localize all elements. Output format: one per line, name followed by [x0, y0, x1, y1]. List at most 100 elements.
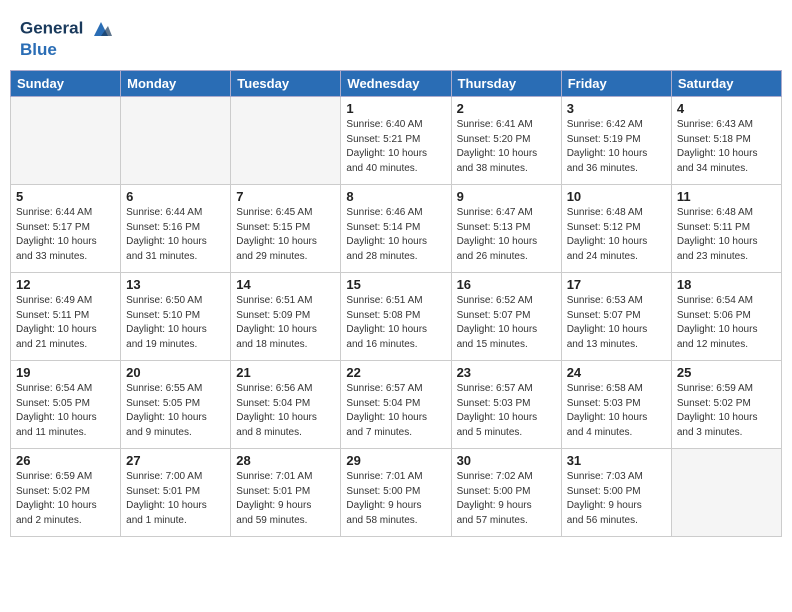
day-cell [11, 97, 121, 185]
day-cell: 26Sunrise: 6:59 AM Sunset: 5:02 PM Dayli… [11, 449, 121, 537]
day-number: 29 [346, 453, 445, 468]
day-cell: 11Sunrise: 6:48 AM Sunset: 5:11 PM Dayli… [671, 185, 781, 273]
day-cell: 27 Sunrise: 7:00 AM Sunset: 5:01 PM Dayli… [121, 449, 231, 537]
day-info: Sunrise: 6:44 AM Sunset: 5:16 PM Dayligh… [126, 206, 225, 264]
logo-blue: Blue [20, 40, 112, 60]
logo-general: General [20, 18, 83, 37]
weekday-header-monday: Monday [121, 71, 231, 97]
day-info: Sunrise: 7:03 AM Sunset: 5:00 PM Dayligh… [567, 470, 666, 528]
day-cell: 2Sunrise: 6:41 AM Sunset: 5:20 PM Daylig… [451, 97, 561, 185]
week-row-2: 5 Sunrise: 6:44 AM Sunset: 5:17 PM Daylig… [11, 185, 782, 273]
day-cell: 6 Sunrise: 6:44 AM Sunset: 5:16 PM Daylig… [121, 185, 231, 273]
day-info: Sunrise: 7:01 AM Sunset: 5:00 PM Dayligh… [346, 470, 445, 528]
day-info: Sunrise: 6:52 AM Sunset: 5:07 PM Dayligh… [457, 294, 556, 352]
day-info: Sunrise: 7:02 AM Sunset: 5:00 PM Dayligh… [457, 470, 556, 528]
day-number: 17 [567, 277, 666, 292]
day-info: Sunrise: 6:43 AM Sunset: 5:18 PM Dayligh… [677, 118, 776, 176]
day-info: Sunrise: 7:00 AM Sunset: 5:01 PM Dayligh… [126, 470, 225, 528]
day-cell: 21 Sunrise: 6:56 AM Sunset: 5:04 PM Dayli… [231, 361, 341, 449]
day-cell: 12 Sunrise: 6:49 AM Sunset: 5:11 PM Dayli… [11, 273, 121, 361]
day-number: 18 [677, 277, 776, 292]
day-number: 23 [457, 365, 556, 380]
week-row-3: 12 Sunrise: 6:49 AM Sunset: 5:11 PM Dayli… [11, 273, 782, 361]
day-cell: 23 Sunrise: 6:57 AM Sunset: 5:03 PM Dayli… [451, 361, 561, 449]
day-info: Sunrise: 6:58 AM Sunset: 5:03 PM Dayligh… [567, 382, 666, 440]
weekday-header-thursday: Thursday [451, 71, 561, 97]
day-number: 3 [567, 101, 666, 116]
day-cell: 22 Sunrise: 6:57 AM Sunset: 5:04 PM Dayli… [341, 361, 451, 449]
day-info: Sunrise: 6:51 AM Sunset: 5:09 PM Dayligh… [236, 294, 335, 352]
day-cell: 31 Sunrise: 7:03 AM Sunset: 5:00 PM Dayli… [561, 449, 671, 537]
day-number: 15 [346, 277, 445, 292]
day-cell: 13Sunrise: 6:50 AM Sunset: 5:10 PM Dayli… [121, 273, 231, 361]
day-info: Sunrise: 6:45 AM Sunset: 5:15 PM Dayligh… [236, 206, 335, 264]
day-cell: 15 Sunrise: 6:51 AM Sunset: 5:08 PM Dayli… [341, 273, 451, 361]
day-info: Sunrise: 6:41 AM Sunset: 5:20 PM Dayligh… [457, 118, 556, 176]
day-number: 24 [567, 365, 666, 380]
day-info: Sunrise: 6:54 AM Sunset: 5:05 PM Dayligh… [16, 382, 115, 440]
day-number: 11 [677, 189, 776, 204]
week-row-4: 19Sunrise: 6:54 AM Sunset: 5:05 PM Dayli… [11, 361, 782, 449]
day-cell: 8 Sunrise: 6:46 AM Sunset: 5:14 PM Daylig… [341, 185, 451, 273]
day-info: Sunrise: 6:57 AM Sunset: 5:04 PM Dayligh… [346, 382, 445, 440]
day-info: Sunrise: 6:44 AM Sunset: 5:17 PM Dayligh… [16, 206, 115, 264]
day-number: 10 [567, 189, 666, 204]
day-info: Sunrise: 6:47 AM Sunset: 5:13 PM Dayligh… [457, 206, 556, 264]
day-number: 7 [236, 189, 335, 204]
day-number: 5 [16, 189, 115, 204]
day-cell: 1 Sunrise: 6:40 AM Sunset: 5:21 PM Daylig… [341, 97, 451, 185]
calendar-table: SundayMondayTuesdayWednesdayThursdayFrid… [10, 70, 782, 537]
day-info: Sunrise: 6:59 AM Sunset: 5:02 PM Dayligh… [677, 382, 776, 440]
week-row-5: 26Sunrise: 6:59 AM Sunset: 5:02 PM Dayli… [11, 449, 782, 537]
day-info: Sunrise: 6:48 AM Sunset: 5:12 PM Dayligh… [567, 206, 666, 264]
weekday-header-wednesday: Wednesday [341, 71, 451, 97]
day-number: 31 [567, 453, 666, 468]
day-info: Sunrise: 6:46 AM Sunset: 5:14 PM Dayligh… [346, 206, 445, 264]
day-cell: 29 Sunrise: 7:01 AM Sunset: 5:00 PM Dayli… [341, 449, 451, 537]
day-cell: 19Sunrise: 6:54 AM Sunset: 5:05 PM Dayli… [11, 361, 121, 449]
day-info: Sunrise: 6:50 AM Sunset: 5:10 PM Dayligh… [126, 294, 225, 352]
day-info: Sunrise: 6:56 AM Sunset: 5:04 PM Dayligh… [236, 382, 335, 440]
day-cell [671, 449, 781, 537]
weekday-header-friday: Friday [561, 71, 671, 97]
day-number: 21 [236, 365, 335, 380]
page-header: General Blue [10, 10, 782, 64]
day-info: Sunrise: 6:49 AM Sunset: 5:11 PM Dayligh… [16, 294, 115, 352]
day-info: Sunrise: 6:57 AM Sunset: 5:03 PM Dayligh… [457, 382, 556, 440]
day-cell: 30Sunrise: 7:02 AM Sunset: 5:00 PM Dayli… [451, 449, 561, 537]
day-cell: 10 Sunrise: 6:48 AM Sunset: 5:12 PM Dayli… [561, 185, 671, 273]
day-number: 22 [346, 365, 445, 380]
day-cell: 28 Sunrise: 7:01 AM Sunset: 5:01 PM Dayli… [231, 449, 341, 537]
day-number: 8 [346, 189, 445, 204]
day-info: Sunrise: 6:53 AM Sunset: 5:07 PM Dayligh… [567, 294, 666, 352]
day-info: Sunrise: 6:40 AM Sunset: 5:21 PM Dayligh… [346, 118, 445, 176]
day-cell: 20Sunrise: 6:55 AM Sunset: 5:05 PM Dayli… [121, 361, 231, 449]
day-cell [231, 97, 341, 185]
weekday-header-row: SundayMondayTuesdayWednesdayThursdayFrid… [11, 71, 782, 97]
day-cell [121, 97, 231, 185]
day-cell: 18Sunrise: 6:54 AM Sunset: 5:06 PM Dayli… [671, 273, 781, 361]
day-number: 25 [677, 365, 776, 380]
weekday-header-saturday: Saturday [671, 71, 781, 97]
day-cell: 4 Sunrise: 6:43 AM Sunset: 5:18 PM Daylig… [671, 97, 781, 185]
day-cell: 5 Sunrise: 6:44 AM Sunset: 5:17 PM Daylig… [11, 185, 121, 273]
weekday-header-tuesday: Tuesday [231, 71, 341, 97]
day-number: 20 [126, 365, 225, 380]
day-number: 4 [677, 101, 776, 116]
day-cell: 17 Sunrise: 6:53 AM Sunset: 5:07 PM Dayli… [561, 273, 671, 361]
day-info: Sunrise: 6:51 AM Sunset: 5:08 PM Dayligh… [346, 294, 445, 352]
day-cell: 3Sunrise: 6:42 AM Sunset: 5:19 PM Daylig… [561, 97, 671, 185]
day-number: 1 [346, 101, 445, 116]
week-row-1: 1 Sunrise: 6:40 AM Sunset: 5:21 PM Daylig… [11, 97, 782, 185]
day-cell: 7 Sunrise: 6:45 AM Sunset: 5:15 PM Daylig… [231, 185, 341, 273]
day-number: 12 [16, 277, 115, 292]
day-number: 6 [126, 189, 225, 204]
day-cell: 16Sunrise: 6:52 AM Sunset: 5:07 PM Dayli… [451, 273, 561, 361]
day-number: 27 [126, 453, 225, 468]
day-number: 28 [236, 453, 335, 468]
day-number: 26 [16, 453, 115, 468]
day-cell: 9Sunrise: 6:47 AM Sunset: 5:13 PM Daylig… [451, 185, 561, 273]
day-cell: 25 Sunrise: 6:59 AM Sunset: 5:02 PM Dayli… [671, 361, 781, 449]
day-cell: 14Sunrise: 6:51 AM Sunset: 5:09 PM Dayli… [231, 273, 341, 361]
day-info: Sunrise: 7:01 AM Sunset: 5:01 PM Dayligh… [236, 470, 335, 528]
